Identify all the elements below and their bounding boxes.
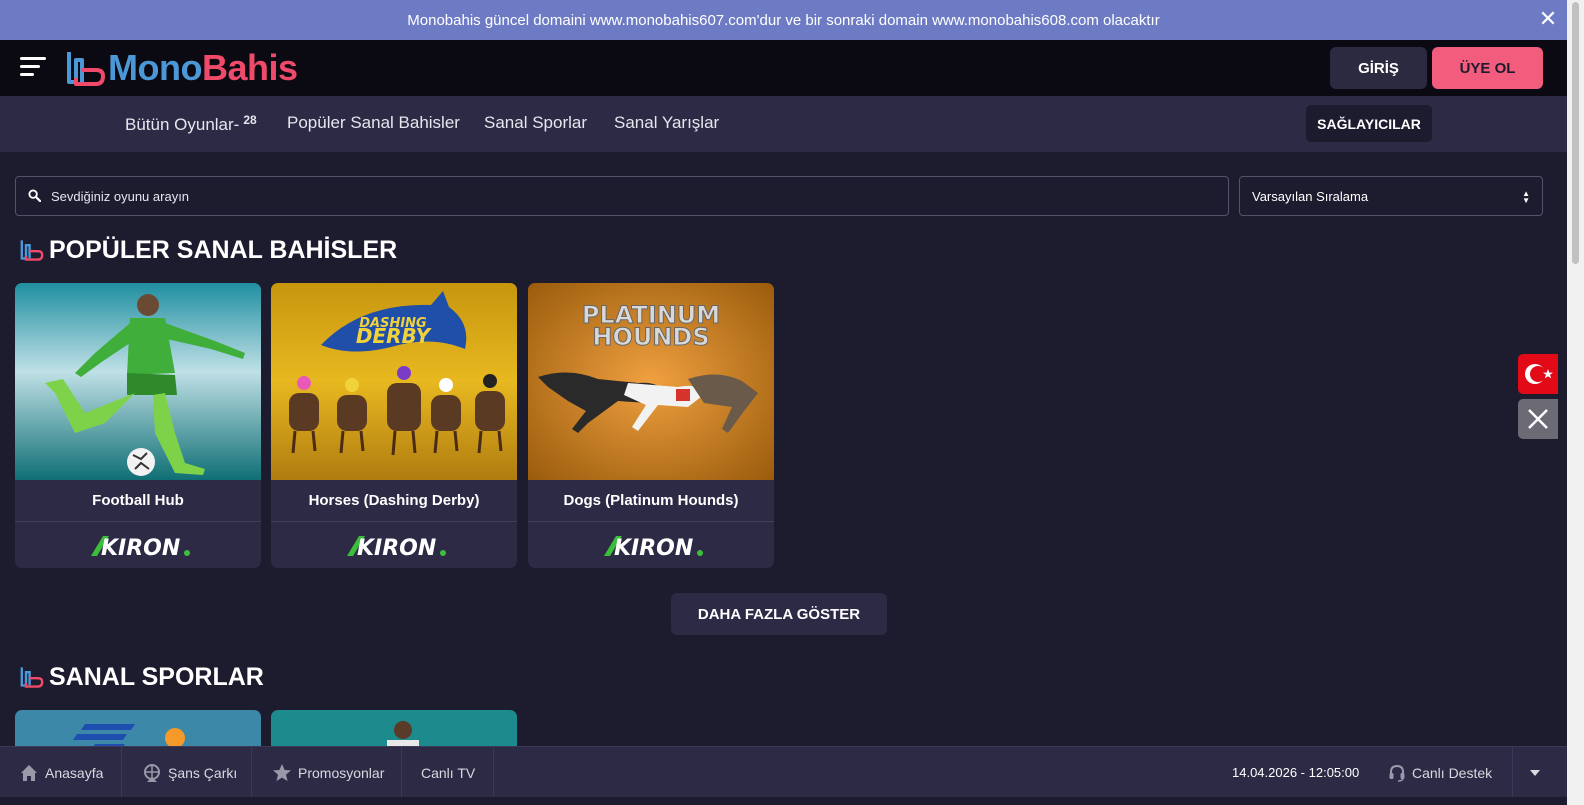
search-input[interactable] [51,177,1221,215]
current-datetime: 14.04.2026 - 12:05:00 [1232,765,1360,780]
close-icon[interactable]: ✕ [1537,8,1559,30]
category-nav: Bütün Oyunlar- 28 Popüler Sanal Bahisler … [0,96,1567,152]
search-icon [28,189,41,202]
providers-button[interactable]: SAĞLAYICILAR [1306,105,1432,142]
kiron-logo-icon: KIRON [347,535,446,558]
announcement-text: Monobahis güncel domaini www.monobahis60… [407,11,1160,29]
login-button[interactable]: GİRİŞ [1330,47,1427,89]
bottom-item-home[interactable]: Anasayfa [0,747,122,798]
game-card-football-hub[interactable]: Football Hub KIRON [15,283,261,568]
sort-arrows-icon: ▲ ▼ [1522,189,1530,205]
game-card-partial[interactable] [271,710,517,750]
turkey-flag-icon [1525,364,1553,384]
svg-text:HOUNDS: HOUNDS [592,323,709,351]
bottom-bar-expand-button[interactable] [1512,747,1556,798]
section-logo-icon [20,240,44,261]
game-thumbnail [15,710,261,750]
scrollbar-thumb[interactable] [1572,2,1579,264]
game-thumbnail [15,283,261,480]
tab-virtual-races[interactable]: Sanal Yarışlar [614,113,719,133]
provider-logo: KIRON [271,523,517,568]
top-bar: MonoBahis GİRİŞ ÜYE OL [0,40,1567,96]
tab-popular-virtual-bets[interactable]: Popüler Sanal Bahisler [287,113,460,133]
tab-all-games[interactable]: Bütün Oyunlar- 28 [125,113,257,135]
game-thumbnail: PLATINUM HOUNDS [528,283,774,480]
home-icon [21,764,37,781]
bottom-item-promotions[interactable]: Promosyonlar [252,747,402,798]
game-card-dogs[interactable]: PLATINUM HOUNDS Dogs (Platinum Hounds) K… [528,283,774,568]
svg-text:KIRON: KIRON [357,536,436,558]
provider-logo: KIRON [15,523,261,568]
game-name: Football Hub [15,480,261,522]
provider-logo: KIRON [528,523,774,568]
kiron-logo-icon: KIRON [91,535,190,558]
game-name: Dogs (Platinum Hounds) [528,480,774,522]
sort-select[interactable]: Varsayılan Sıralama ▲ ▼ [1239,176,1543,216]
close-icon [1528,409,1548,429]
tab-virtual-sports[interactable]: Sanal Sporlar [484,113,587,133]
bottom-item-wheel[interactable]: Şans Çarkı [122,747,252,798]
game-thumbnail [271,710,517,750]
bottom-item-live-tv[interactable]: Canlı TV [402,747,494,798]
game-thumbnail: DASHING DERBY [271,283,517,480]
star-icon [273,763,291,781]
search-box [15,176,1229,216]
game-card-partial[interactable] [15,710,261,750]
game-card-horses[interactable]: DASHING DERBY Horses (Dashing Derby) KIR… [271,283,517,568]
show-more-button[interactable]: DAHA FAZLA GÖSTER [671,593,887,635]
bottom-strip [0,797,1567,805]
hamburger-menu-icon[interactable] [20,57,46,79]
register-button[interactable]: ÜYE OL [1432,47,1543,89]
sort-selected-value: Varsayılan Sıralama [1252,188,1369,204]
live-support-button[interactable]: Canlı Destek [1388,747,1492,798]
announcement-bar: Monobahis güncel domaini www.monobahis60… [0,0,1567,40]
svg-text:KIRON: KIRON [614,536,693,558]
site-logo[interactable]: MonoBahis [66,47,298,88]
logo-mark-icon [67,52,105,86]
svg-text:DERBY: DERBY [356,324,433,348]
wheel-icon [144,763,160,782]
section-title-popular: POPÜLER SANAL BAHİSLER [20,235,397,265]
section-logo-icon [20,667,44,688]
chevron-down-icon [1529,769,1540,776]
logo-text: MonoBahis [108,47,298,88]
headset-icon [1389,764,1405,782]
language-flag-button[interactable] [1518,354,1558,394]
page-scrollbar[interactable] [1567,0,1584,805]
section-title-virtual-sports: SANAL SPORLAR [20,662,264,692]
svg-text:KIRON: KIRON [101,536,180,558]
kiron-logo-icon: KIRON [604,535,703,558]
game-count-badge: 28 [243,113,257,127]
side-close-button[interactable] [1518,399,1558,439]
game-name: Horses (Dashing Derby) [271,480,517,522]
bottom-bar: Anasayfa Şans Çarkı Promosyonlar Canlı T… [0,746,1567,798]
